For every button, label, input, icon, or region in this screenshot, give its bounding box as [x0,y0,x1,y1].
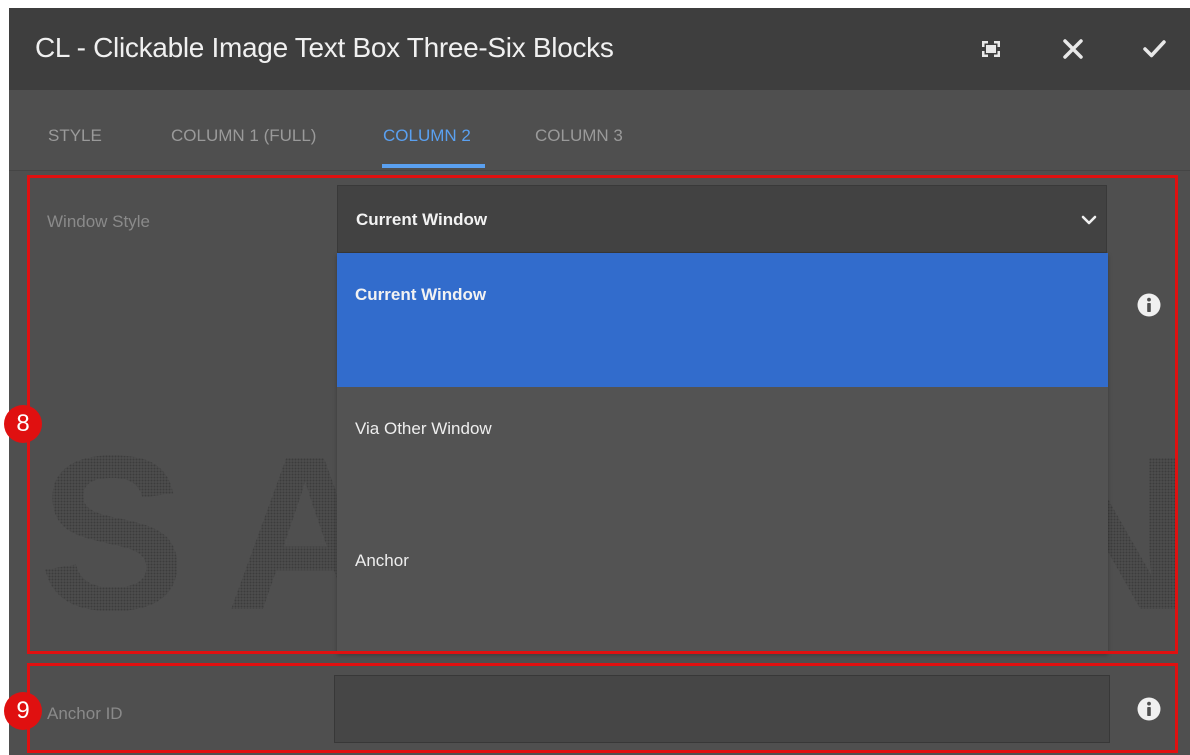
tab-bar: STYLE COLUMN 1 (FULL) COLUMN 2 COLUMN 3 [9,90,1190,170]
tab-column-2[interactable]: COLUMN 2 [383,126,471,146]
annotation-box-9 [27,663,1178,753]
annotation-box-8 [27,175,1178,654]
annotation-badge-9: 9 [4,692,42,730]
dialog-titlebar: CL - Clickable Image Text Box Three-Six … [9,8,1190,90]
fullscreen-button[interactable] [976,34,1006,64]
tab-column-3[interactable]: COLUMN 3 [535,126,623,146]
close-icon [1063,39,1083,59]
tab-style[interactable]: STYLE [48,126,102,146]
fullscreen-icon [982,41,1000,57]
close-button[interactable] [1058,34,1088,64]
confirm-button[interactable] [1139,34,1169,64]
dialog-title: CL - Clickable Image Text Box Three-Six … [35,32,614,63]
active-tab-indicator [382,164,485,168]
annotation-badge-8: 8 [4,405,42,443]
checkmark-icon [1143,40,1166,58]
tab-column-1-full[interactable]: COLUMN 1 (FULL) [171,126,316,146]
tab-divider [9,170,1190,171]
